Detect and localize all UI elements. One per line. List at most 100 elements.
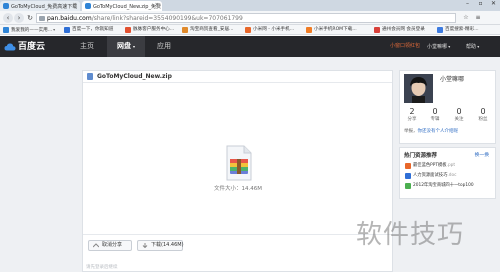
star-icon[interactable]: ☆ <box>461 13 471 23</box>
divider <box>83 234 392 235</box>
avatar[interactable] <box>404 74 433 103</box>
bookmarks-bar: 我爱我的——实用...▾ 百度一下，你就知道 脉脉客户服务中心... 淘宝商贸查… <box>0 25 500 35</box>
file-share-panel: GoToMyCloud_New.zip 文件大小：14.46M 取消分享 下载(… <box>82 70 393 272</box>
doc-file-icon <box>405 173 411 179</box>
file-name-row: GoToMyCloud_New.zip <box>83 71 392 83</box>
stat-number: 2 <box>409 107 415 116</box>
tab-favicon <box>3 3 9 9</box>
resource-ext: .ppt <box>446 163 456 168</box>
file-name: GoToMyCloud_New.zip <box>97 73 172 80</box>
bookmark-icon <box>437 27 443 33</box>
stat-shares[interactable]: 2 分享 <box>401 107 423 123</box>
bookmark-item[interactable]: 百度一下，你就知道 <box>64 26 113 34</box>
download-icon <box>142 243 148 248</box>
bookmark-label: 我爱我的——实用... <box>11 28 53 33</box>
resource-label: 2012年淘宝商城四十一top100 <box>413 183 474 188</box>
refresh-link[interactable]: 换一换 <box>475 151 489 158</box>
profile-intro: 举报，你还没有个人介绍呢 <box>404 128 458 134</box>
header-user-menu[interactable]: 小堂嘛哪 ▾ <box>427 36 450 57</box>
bookmark-item[interactable]: 脉脉客户服务中心... <box>125 26 174 34</box>
back-arrow-icon[interactable]: ‹ <box>3 13 13 23</box>
stat-label: 粉丝 <box>478 117 488 122</box>
header-promo-link[interactable]: 小窗口领红包 <box>390 36 420 57</box>
stat-followers[interactable]: 0 粉丝 <box>472 107 494 123</box>
nav-netdisk[interactable]: 网盘 ▾ <box>107 36 145 57</box>
intro-link[interactable]: 你还没有个人介绍呢 <box>418 129 459 134</box>
cancel-share-button[interactable]: 取消分享 <box>88 240 132 251</box>
browser-tab-1[interactable]: GoToMyCloud_免费高速下载 ✕ <box>0 1 80 11</box>
report-link[interactable]: 举报， <box>404 129 418 134</box>
nav-home[interactable]: 主页 <box>67 36 107 57</box>
stat-following[interactable]: 0 关注 <box>448 107 470 123</box>
tab-close-icon[interactable]: ✕ <box>73 2 77 8</box>
cloud-logo-icon <box>4 43 16 51</box>
bookmark-icon <box>245 27 251 33</box>
bookmark-label: 小米网 - 小米手机... <box>253 27 295 32</box>
maximize-icon[interactable]: ▫ <box>474 0 487 8</box>
bookmark-icon <box>64 27 70 33</box>
sharer-profile-card: 小堂嘛哪 2 分享 0 专辑 0 关注 0 粉丝 举报，你还没有个人介绍呢 <box>399 70 496 144</box>
watermark-text: 软件技巧 <box>356 220 465 250</box>
bookmark-icon <box>3 27 9 33</box>
hot-resource-item[interactable]: 人力资源面试技巧.doc <box>405 172 456 180</box>
bookmark-icon <box>125 27 131 33</box>
share-icon <box>93 243 99 248</box>
bookmark-icon <box>306 27 312 33</box>
resource-label: 最佳蓝色PPT模板 <box>413 163 447 168</box>
download-button[interactable]: 下载(14.46M) <box>137 240 184 251</box>
tab-title: GoToMyCloud_免费高速下载 <box>11 4 78 10</box>
chevron-down-icon: ▾ <box>132 44 135 49</box>
stat-label: 分享 <box>407 117 417 122</box>
minimize-icon[interactable]: – <box>461 0 474 8</box>
refresh-icon[interactable]: ↻ <box>25 13 35 23</box>
header-help-link[interactable]: 帮助 ▾ <box>466 36 479 57</box>
button-label: 下载(14.46M) <box>151 242 184 248</box>
stat-label: 专辑 <box>430 117 440 122</box>
archive-file-icon <box>226 145 252 181</box>
bookmark-item[interactable]: 通州会员网 会员登录 <box>374 26 425 34</box>
stat-number: 0 <box>456 107 462 116</box>
logo-text: 百度云 <box>18 42 46 52</box>
bookmark-label: 脉脉客户服务中心... <box>133 27 175 32</box>
baidu-cloud-logo[interactable]: 百度云 <box>4 41 45 53</box>
tab-close-icon[interactable]: ✕ <box>155 2 159 8</box>
button-label: 取消分享 <box>102 242 123 248</box>
bookmark-label: 百度一下，你就知道 <box>72 27 114 32</box>
browser-tab-bar: GoToMyCloud_免费高速下载 ✕ GoToMyCloud_New.zip… <box>0 0 500 11</box>
bookmark-label: 百度搜索-精彩... <box>445 27 479 32</box>
stat-number: 0 <box>432 107 438 116</box>
bookmark-label: 通州会员网 会员登录 <box>382 27 425 32</box>
chevron-down-icon: ▾ <box>53 27 56 32</box>
nav-label: 网盘 <box>116 42 131 50</box>
ppt-file-icon <box>405 163 411 169</box>
tab-title: GoToMyCloud_New.zip_免费 <box>93 4 161 10</box>
url-host: pan.baidu.com <box>47 15 92 22</box>
bookmark-item[interactable]: 小米手机ROM下载... <box>306 26 357 34</box>
nav-apps[interactable]: 应用 <box>145 36 183 57</box>
header-username: 小堂嘛哪 <box>427 44 448 50</box>
stat-albums[interactable]: 0 专辑 <box>424 107 446 123</box>
sheet-file-icon <box>405 183 411 189</box>
tab-favicon <box>85 3 91 9</box>
bookmark-item[interactable]: 我爱我的——实用...▾ <box>3 26 55 34</box>
menu-icon[interactable]: ≡ <box>473 13 483 23</box>
bookmark-item[interactable]: 小米网 - 小米手机... <box>245 26 294 34</box>
login-hint-text: 请先登录后继续 <box>86 265 118 270</box>
bookmark-icon <box>182 27 188 33</box>
hot-resource-item[interactable]: 最佳蓝色PPT模板.ppt <box>405 162 455 170</box>
sharer-name[interactable]: 小堂嘛哪 <box>440 74 464 83</box>
bookmark-item[interactable]: 百度搜索-精彩... <box>437 26 479 34</box>
forward-arrow-icon[interactable]: › <box>14 13 24 23</box>
site-header: 百度云 主页 网盘 ▾ 应用 小窗口领红包 小堂嘛哪 ▾ 帮助 ▾ <box>0 36 500 57</box>
url-field[interactable]: pan.baidu.com/share/link?shareid=3554090… <box>36 13 456 23</box>
bookmark-label: 小米手机ROM下载... <box>314 27 357 32</box>
nav-label: 应用 <box>157 42 171 50</box>
stat-number: 0 <box>480 107 486 116</box>
window-close-icon[interactable]: ✕ <box>487 0 500 8</box>
promo-text: 小窗口领红包 <box>390 43 421 49</box>
page-icon <box>39 16 45 21</box>
hot-resource-item[interactable]: 2012年淘宝商城四十一top100 <box>405 182 474 190</box>
browser-tab-2[interactable]: GoToMyCloud_New.zip_免费 ✕ <box>82 1 162 11</box>
resource-label: 人力资源面试技巧 <box>413 173 448 178</box>
bookmark-item[interactable]: 淘宝商贸查看_安居... <box>182 26 233 34</box>
